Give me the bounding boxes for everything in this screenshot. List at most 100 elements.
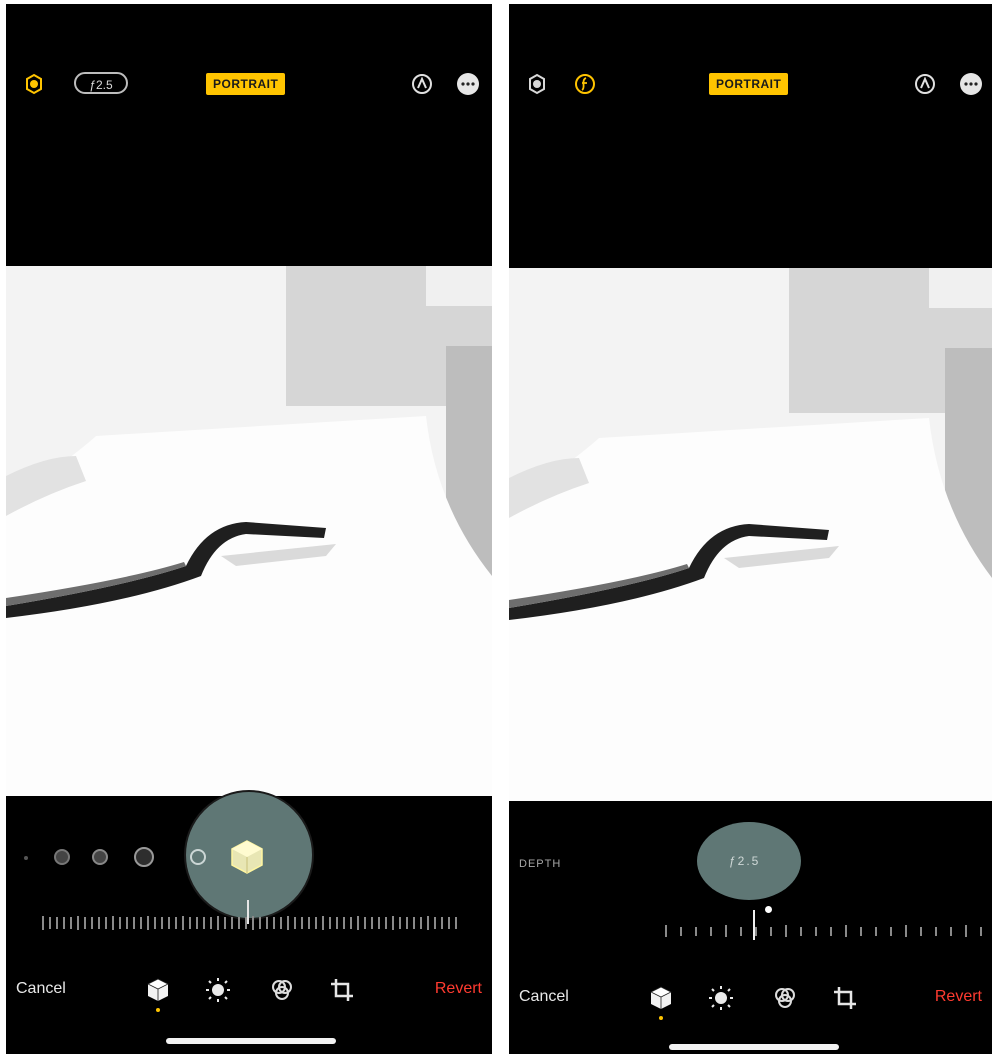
slider-tick — [91, 917, 93, 929]
slider-tick — [133, 917, 135, 929]
auto-enhance-icon[interactable] — [410, 72, 434, 96]
slider-tick — [680, 926, 682, 936]
slider-tick — [49, 917, 51, 929]
more-icon[interactable] — [959, 72, 983, 96]
slider-tick — [343, 917, 345, 929]
slider-tick — [231, 917, 233, 929]
slider-tick — [770, 926, 772, 936]
slider-marker — [765, 906, 772, 913]
slider-tick — [77, 916, 79, 930]
slider-tick — [830, 926, 832, 936]
slider-tick — [441, 917, 443, 929]
home-indicator — [166, 1038, 336, 1044]
slider-tick — [161, 917, 163, 929]
crop-icon[interactable] — [328, 976, 356, 1004]
slider-tick — [935, 926, 937, 936]
slider-tick — [238, 917, 240, 929]
slider-tick — [725, 925, 727, 937]
natural-light-cube-icon[interactable] — [228, 838, 266, 876]
slider-tick — [105, 917, 107, 929]
slider-tick — [84, 917, 86, 929]
screenshot-left: ƒ2.5 PORTRAIT Cancel Revert — [6, 4, 492, 1054]
light-option-icon[interactable] — [92, 849, 108, 865]
slider-tick — [210, 917, 212, 929]
slider-tick — [70, 917, 72, 929]
auto-enhance-icon[interactable] — [913, 72, 937, 96]
more-icon[interactable] — [456, 72, 480, 96]
aperture-icon[interactable] — [573, 72, 597, 96]
slider-indicator[interactable] — [753, 910, 755, 940]
slider-tick — [434, 917, 436, 929]
cube-icon[interactable] — [144, 976, 172, 1004]
crop-icon[interactable] — [831, 984, 859, 1012]
portrait-lighting-icon[interactable] — [525, 72, 549, 96]
slider-tick — [665, 925, 667, 937]
slider-tick — [371, 917, 373, 929]
slider-tick — [301, 917, 303, 929]
slider-tick — [42, 916, 44, 930]
portrait-mode-badge[interactable]: PORTRAIT — [709, 73, 789, 95]
slider-tick — [147, 916, 149, 930]
filters-icon[interactable] — [771, 984, 799, 1012]
depth-slider[interactable] — [665, 924, 985, 938]
cancel-button[interactable]: Cancel — [16, 980, 66, 998]
slider-tick — [413, 917, 415, 929]
slider-tick — [980, 926, 982, 936]
revert-button[interactable]: Revert — [935, 988, 982, 1006]
slider-tick — [154, 917, 156, 929]
slider-tick — [182, 916, 184, 930]
slider-tick — [385, 917, 387, 929]
slider-tick — [245, 917, 247, 929]
screenshot-right: PORTRAIT DEPTH ƒ2.5 Cancel Revert — [509, 4, 992, 1054]
cancel-button[interactable]: Cancel — [519, 988, 569, 1006]
slider-tick — [950, 926, 952, 936]
light-option-icon[interactable] — [134, 847, 154, 867]
slider-tick — [427, 916, 429, 930]
slider-tick — [364, 917, 366, 929]
portrait-mode-badge[interactable]: PORTRAIT — [206, 73, 286, 95]
slider-tick — [56, 917, 58, 929]
light-option-icon[interactable] — [190, 849, 206, 865]
active-tool-dot — [156, 1008, 160, 1012]
slider-tick — [308, 917, 310, 929]
slider-tick — [126, 917, 128, 929]
slider-tick — [266, 917, 268, 929]
filters-icon[interactable] — [268, 976, 296, 1004]
slider-tick — [755, 926, 757, 936]
slider-tick — [920, 926, 922, 936]
slider-tick — [845, 925, 847, 937]
edit-toolbar: Cancel Revert — [509, 982, 992, 1022]
portrait-lighting-icon[interactable] — [22, 72, 46, 96]
aperture-pill[interactable]: ƒ2.5 — [74, 72, 128, 94]
slider-tick — [119, 917, 121, 929]
slider-tick — [905, 925, 907, 937]
sun-dial-icon[interactable] — [707, 984, 735, 1012]
slider-tick — [315, 917, 317, 929]
slider-tick — [710, 926, 712, 936]
slider-tick — [350, 917, 352, 929]
slider-tick — [273, 917, 275, 929]
sun-dial-icon[interactable] — [204, 976, 232, 1004]
slider-tick — [287, 916, 289, 930]
home-indicator — [669, 1044, 839, 1050]
revert-button[interactable]: Revert — [435, 980, 482, 998]
light-option-icon[interactable] — [54, 849, 70, 865]
depth-value: ƒ2.5 — [729, 854, 761, 868]
slider-tick — [252, 916, 254, 930]
slider-tick — [740, 926, 742, 936]
slider-tick — [217, 916, 219, 930]
slider-tick — [392, 916, 394, 930]
slider-tick — [329, 917, 331, 929]
slider-tick — [112, 916, 114, 930]
slider-tick — [357, 916, 359, 930]
slider-tick — [189, 917, 191, 929]
cube-icon[interactable] — [647, 984, 675, 1012]
slider-tick — [322, 916, 324, 930]
lighting-slider[interactable] — [42, 916, 462, 930]
slider-tick — [140, 917, 142, 929]
slider-tick — [420, 917, 422, 929]
slider-tick — [875, 926, 877, 936]
slider-tick — [98, 917, 100, 929]
photo-preview — [509, 268, 992, 801]
slider-tick — [860, 926, 862, 936]
